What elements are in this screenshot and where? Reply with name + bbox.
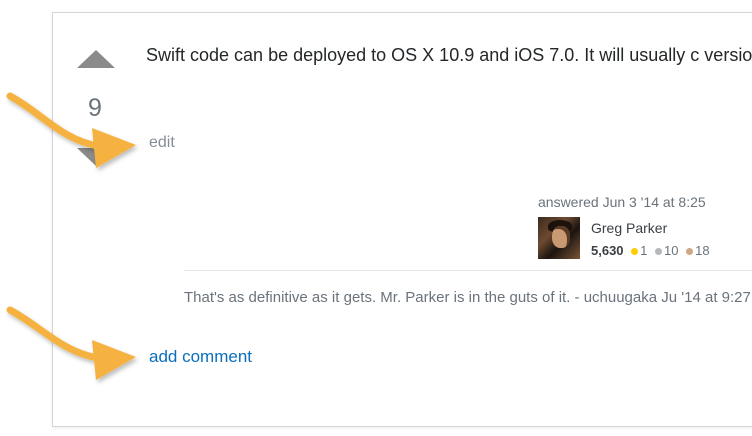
annotation-arrows xyxy=(6,92,136,380)
pointer-arrow-edit-icon xyxy=(6,92,136,168)
pointer-arrow-add-comment-icon xyxy=(6,306,136,380)
